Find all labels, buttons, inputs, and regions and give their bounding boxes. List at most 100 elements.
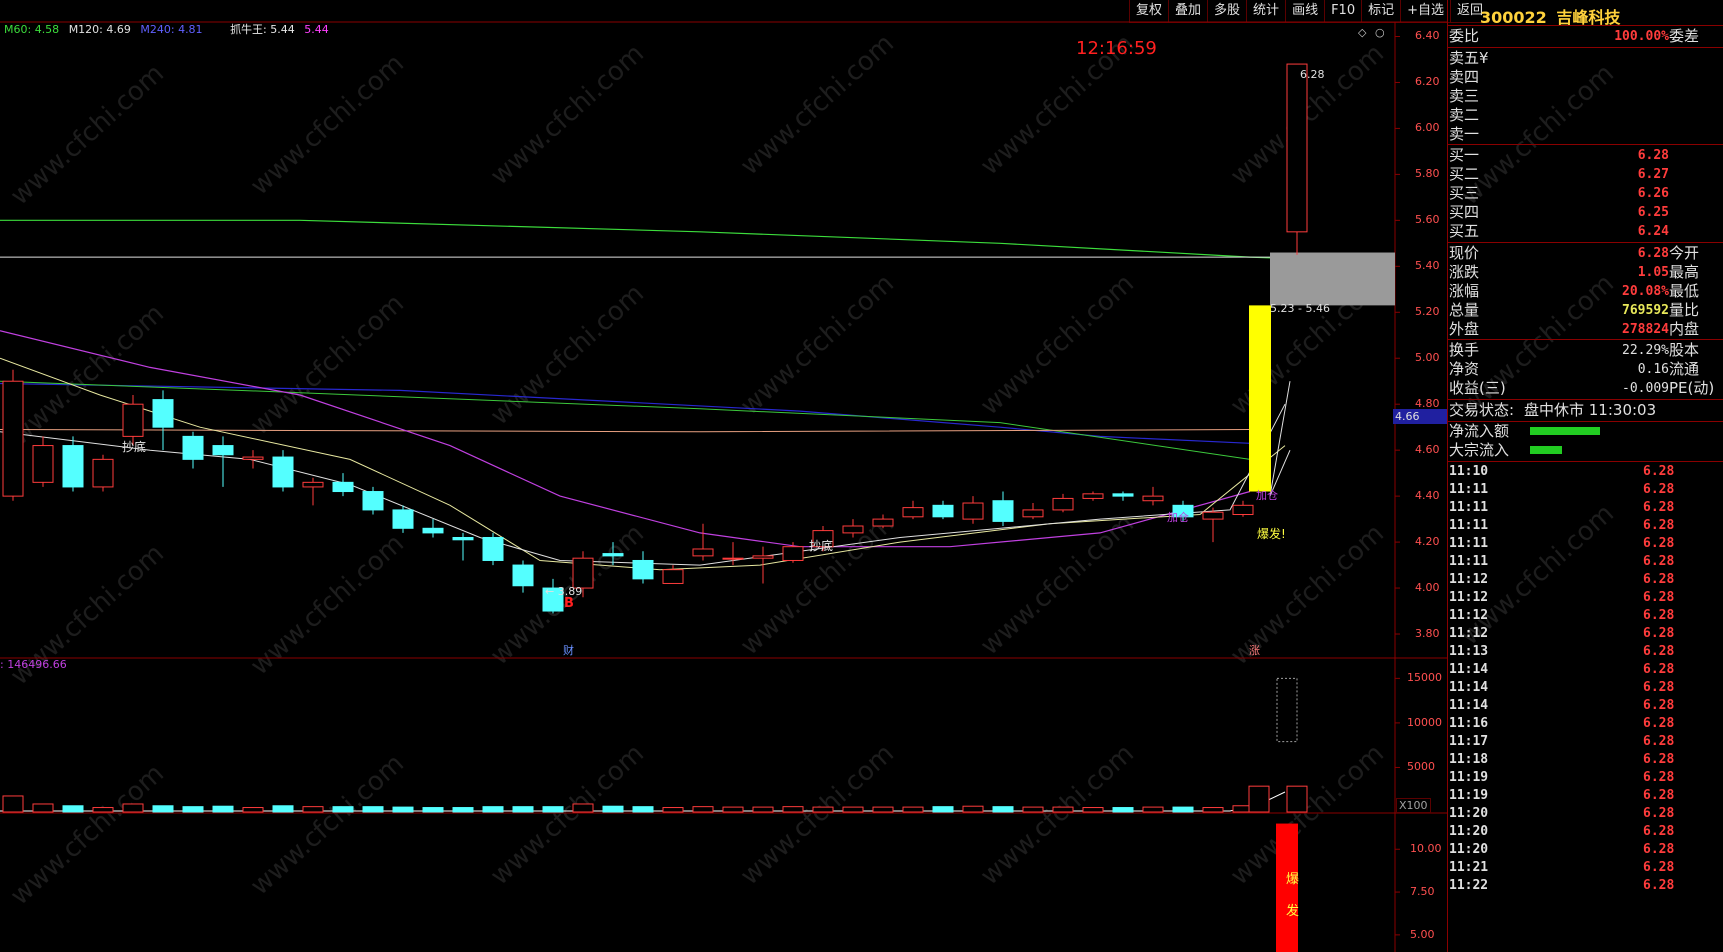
kline-chart[interactable]: [0, 0, 1447, 952]
candle-body[interactable]: [1082, 493, 1104, 499]
candle-body[interactable]: [962, 502, 984, 520]
quote-value: 6.28: [1637, 246, 1669, 261]
candle-body[interactable]: [842, 525, 864, 534]
tick-time: 11:14: [1449, 698, 1489, 713]
tick-row: 11:11 6.28: [1448, 535, 1723, 553]
candle-body[interactable]: [1022, 509, 1044, 518]
tick-time: 11:19: [1449, 788, 1489, 803]
chaodi-label-1: 抄底: [122, 440, 147, 454]
quote-label: 涨跌: [1449, 263, 1480, 281]
jiacang-label-2: 加仓: [1256, 489, 1278, 502]
buy-level-label: 买四: [1449, 203, 1480, 221]
quote-label-2: 内盘: [1669, 320, 1700, 338]
candle-body[interactable]: [482, 536, 504, 561]
tick-row: 11:20 6.28: [1448, 805, 1723, 823]
candle-body[interactable]: [1142, 495, 1164, 502]
candle-body[interactable]: [602, 553, 624, 557]
fundamental-row: 净资 0.16 流通: [1448, 360, 1723, 379]
tick-row: 11:10 6.28: [1448, 463, 1723, 481]
candle-body[interactable]: [782, 546, 804, 561]
candle-body[interactable]: [422, 527, 444, 534]
candle-body[interactable]: [302, 481, 324, 488]
candle-body[interactable]: [1286, 63, 1308, 233]
fundamental-value: 22.29%: [1622, 343, 1669, 358]
tick-time: 11:14: [1449, 680, 1489, 695]
candle-body[interactable]: [722, 557, 744, 560]
candle-body[interactable]: [2, 380, 24, 497]
candle-body[interactable]: [872, 518, 894, 527]
tick-time: 11:12: [1449, 572, 1489, 587]
candle-body[interactable]: [902, 507, 924, 518]
tick-row: 11:21 6.28: [1448, 859, 1723, 877]
price-tick-label: 4.60: [1415, 443, 1440, 457]
sell-level-label: 卖四: [1449, 68, 1480, 86]
quote-value: 278824: [1622, 322, 1669, 337]
tick-row: 11:12 6.28: [1448, 625, 1723, 643]
candle-body[interactable]: [632, 559, 654, 580]
tick-price: 6.28: [1643, 842, 1675, 857]
candle-body[interactable]: [452, 536, 474, 541]
candle-body[interactable]: [392, 509, 414, 529]
candle-body[interactable]: [272, 456, 294, 488]
price-tick-label: 6.00: [1415, 121, 1440, 135]
volume-dotted-box: [1276, 677, 1298, 743]
tick-price: 6.28: [1643, 590, 1675, 605]
volume-bar: [602, 805, 624, 813]
candle-body[interactable]: [1202, 511, 1224, 520]
tick-time: 11:17: [1449, 734, 1489, 749]
volume-bar: [302, 806, 324, 813]
tick-time: 11:11: [1449, 518, 1489, 533]
sell-row: 卖四: [1448, 68, 1723, 87]
candle-body[interactable]: [122, 403, 144, 437]
candle-body[interactable]: [1112, 493, 1134, 497]
volume-bar: [332, 806, 354, 813]
tick-row: 11:20 6.28: [1448, 841, 1723, 859]
candle-body[interactable]: [362, 491, 384, 511]
signal-bar-text-2: 发: [1286, 904, 1300, 919]
candle-body[interactable]: [662, 569, 684, 584]
candle-body[interactable]: [932, 504, 954, 518]
limit-up-marker[interactable]: 涨: [1249, 642, 1260, 658]
candle-body[interactable]: [752, 555, 774, 559]
volume-bar: [722, 806, 744, 813]
weibi-value: 100.00%: [1614, 29, 1669, 44]
sell-row: 卖三: [1448, 87, 1723, 106]
candle-body[interactable]: [62, 445, 84, 488]
candle-body[interactable]: [32, 445, 54, 483]
tick-price: 6.28: [1643, 770, 1675, 785]
finance-marker[interactable]: 财: [563, 642, 574, 658]
price-tick-label: 3.80: [1415, 627, 1440, 641]
candle-body[interactable]: [1232, 504, 1254, 516]
candle-body[interactable]: [92, 458, 114, 488]
quote-panel: 300022 吉峰科技 委比 100.00% 委差 卖五¥ 卖四 卖三 卖二 卖一 买一…: [1447, 0, 1723, 952]
candle-body[interactable]: [572, 557, 594, 589]
volume-bar: [992, 806, 1014, 813]
volume-bar: [842, 806, 864, 813]
price-tick-label: 4.00: [1415, 581, 1440, 595]
price-range-box: [1270, 252, 1395, 306]
candle-body[interactable]: [992, 500, 1014, 522]
volume-bar: [32, 803, 54, 813]
quote-label-2: 最高: [1669, 263, 1700, 281]
candle-body[interactable]: [512, 564, 534, 587]
tick-row: 11:16 6.28: [1448, 715, 1723, 733]
tick-time: 11:20: [1449, 824, 1489, 839]
candle-body[interactable]: [182, 435, 204, 460]
chaodi-label-2: 抄底: [809, 539, 834, 553]
candle-body[interactable]: [152, 399, 174, 428]
fundamental-label-2: 股本: [1669, 341, 1700, 359]
tick-time: 11:11: [1449, 536, 1489, 551]
volume-bar: [1112, 807, 1134, 813]
ma-white-line: [0, 403, 1286, 566]
volume-bar: [212, 805, 234, 813]
sell-level-label: 卖二: [1449, 106, 1480, 124]
candle-body[interactable]: [212, 445, 234, 456]
candle-body[interactable]: [242, 456, 264, 460]
candle-body[interactable]: [692, 548, 714, 557]
quote-label: 现价: [1449, 244, 1480, 262]
candle-body[interactable]: [332, 481, 354, 493]
tick-price: 6.28: [1643, 626, 1675, 641]
tick-row: 11:19 6.28: [1448, 769, 1723, 787]
ma240-line: [0, 382, 1251, 444]
candle-body[interactable]: [1052, 497, 1074, 511]
